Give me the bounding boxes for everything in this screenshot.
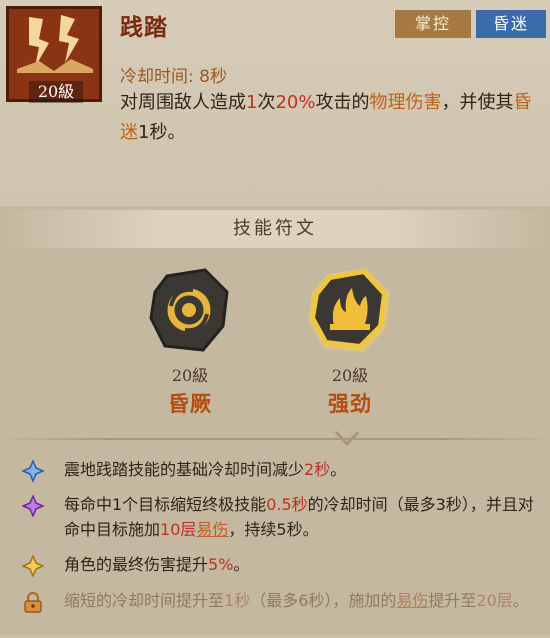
rune-name: 强劲 [328, 392, 372, 416]
cooldown-text: 冷却时间: 8秒 [120, 67, 227, 87]
divider [0, 438, 550, 440]
skill-name: 践踏 [120, 15, 168, 41]
skill-icon[interactable]: 20級 [6, 6, 102, 103]
purple-diamond-icon [22, 495, 44, 517]
rune-strong[interactable]: 20級 强劲 [290, 262, 410, 422]
skill-level: 20級 [29, 81, 83, 103]
blue-diamond-icon [22, 460, 44, 482]
gold-diamond-icon [22, 555, 44, 577]
effect-item: 震地践踏技能的基础冷却时间减少2秒。 [22, 457, 542, 485]
swirl-rune-icon [149, 268, 229, 352]
effect-item: 角色的最终伤害提升5%。 [22, 552, 542, 580]
rune-name: 昏厥 [168, 392, 212, 416]
chevron-down-icon [334, 430, 360, 447]
tag-control[interactable]: 掌控 [395, 10, 471, 38]
runes-title: 技能符文 [0, 210, 550, 248]
vulnerable-link[interactable]: 易伤 [196, 520, 228, 539]
rune-level: 20級 [331, 366, 369, 385]
skill-description: 对周围敌人造成1次20%攻击的物理伤害，并使其昏迷1秒。 [120, 92, 532, 143]
rune-faint[interactable]: 20級 昏厥 [130, 262, 250, 422]
tag-stun[interactable]: 昏迷 [476, 10, 546, 38]
effect-item-locked: 缩短的冷却时间提升至1秒（最多6秒），施加的易伤提升至20层。 [22, 588, 542, 638]
lock-icon [24, 591, 42, 613]
rune-level: 20級 [171, 366, 209, 385]
effect-item: 每命中1个目标缩短终极技能0.5秒的冷却时间（最多3秒），并且对命中目标施加10… [22, 492, 542, 550]
vulnerable-link[interactable]: 易伤 [396, 591, 428, 610]
flame-rune-icon [308, 268, 390, 352]
